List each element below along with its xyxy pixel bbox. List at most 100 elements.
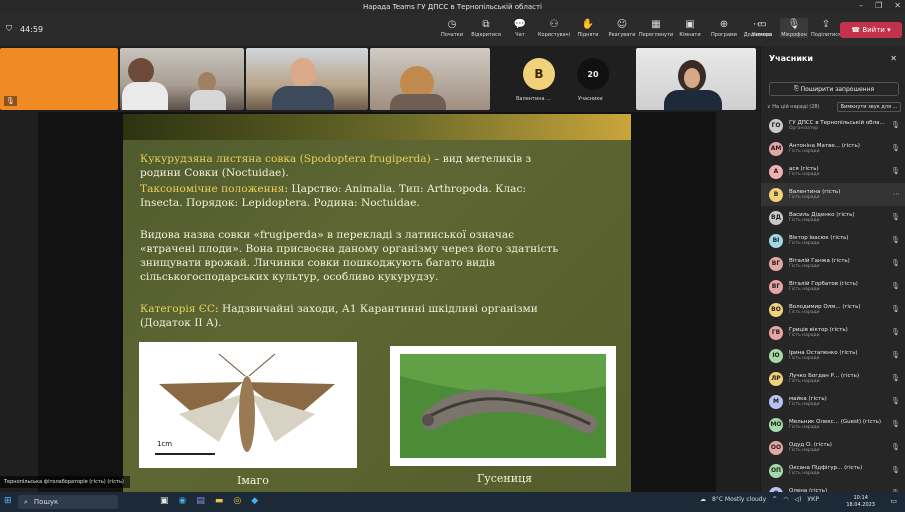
- moth-photo: 1cm: [139, 342, 357, 468]
- rooms-icon: ▣: [685, 19, 695, 30]
- toolbar-item-pop-out[interactable]: ⧉ Відкритися: [471, 18, 501, 38]
- chrome-icon[interactable]: ◎: [233, 496, 241, 506]
- camera-button[interactable]: ▭ Камера: [748, 18, 776, 38]
- participant-item[interactable]: ОП Оксана Підфігур... (гість) Гість наради…: [761, 459, 905, 482]
- participants-count-tile[interactable]: 20 Учасники: [572, 48, 614, 110]
- avatar: ВГ: [769, 256, 783, 271]
- toolbar-item-chat[interactable]: 💬 Чат: [506, 18, 534, 38]
- participant-role: Гість наради: [789, 379, 820, 384]
- participant-role: Гість наради: [789, 195, 820, 200]
- avatar: ЛР: [769, 371, 783, 386]
- toolbar-item-raise-hand[interactable]: ✋ Підняти: [574, 18, 602, 38]
- caterpillar-caption: Гусениця: [477, 472, 533, 485]
- imago-caption: Імаго: [237, 474, 269, 487]
- participant-item[interactable]: ВГ Віталій Горбатов (гість) Гість наради 🎙: [761, 275, 905, 298]
- mic-off-icon: 🎙: [891, 259, 900, 267]
- section-toggle[interactable]: ∨ На цій нараді (28): [767, 104, 820, 110]
- participant-name-block: Валентина (гість) Гість наради: [789, 189, 889, 200]
- language-indicator[interactable]: УКР: [807, 496, 819, 503]
- maximize-icon[interactable]: ❐: [875, 1, 882, 10]
- share-button[interactable]: ⇪ Поділитися: [811, 18, 841, 38]
- mic-off-icon: 🎙: [891, 236, 900, 244]
- mic-off-icon: 🎙: [787, 19, 801, 30]
- app-icon[interactable]: ◆: [251, 496, 258, 506]
- toolbar-item-rooms[interactable]: ▣ Кімнати: [676, 18, 704, 38]
- mic-off-icon: 🎙: [891, 397, 900, 405]
- close-icon[interactable]: ✕: [894, 1, 901, 10]
- minimize-icon[interactable]: –: [859, 1, 863, 10]
- mic-off-icon: 🎙: [891, 466, 900, 474]
- mic-off-icon: 🎙: [891, 213, 900, 221]
- participant-item[interactable]: В Валентина (гість) Гість наради ⋯: [761, 183, 905, 206]
- avatar: ОО: [769, 440, 783, 455]
- toolbar-item-apps[interactable]: ⊕ Програми: [710, 18, 738, 38]
- participant-name-block: Гриців віктор (гість) Гість наради: [789, 327, 889, 338]
- panel-title: Учасники: [769, 54, 813, 63]
- edge-icon[interactable]: ◉: [179, 496, 187, 506]
- participant-item[interactable]: ГО ГУ ДПСС в Тернопільській обла... Органі…: [761, 114, 905, 137]
- participant-item[interactable]: Аася (гість) Гість наради 🎙: [761, 160, 905, 183]
- tray-chevron-icon[interactable]: ^: [772, 496, 777, 503]
- video-tile-participants-room[interactable]: [120, 48, 244, 110]
- task-view-icon[interactable]: ▣: [160, 496, 169, 506]
- avatar: ВД: [769, 210, 783, 225]
- toolbar-item-people[interactable]: ⚇ Користувачі: [538, 18, 570, 38]
- volume-icon[interactable]: ◁): [794, 496, 801, 503]
- participant-item[interactable]: ВО Володимир Олм... (гість) Гість наради 🎙: [761, 298, 905, 321]
- video-tile-orange[interactable]: 🎙: [0, 48, 118, 110]
- slide-taxonomy-2: Insecta. Порядок: Lepidoptera. Родина: N…: [140, 197, 420, 209]
- share-invite-button[interactable]: ⎘ Поширити запрошення: [769, 82, 899, 96]
- participant-role: Гість наради: [789, 287, 820, 292]
- toolbar-item-view[interactable]: ▦ Переглянути: [639, 18, 673, 38]
- participant-item[interactable]: ЛР Лучко Богдан Р... (гість) Гість наради 🎙: [761, 367, 905, 390]
- teams-icon[interactable]: ▤: [196, 496, 205, 506]
- toolbar-item-react[interactable]: ☺ Реагувати: [608, 18, 636, 38]
- participant-item[interactable]: ВІ Віктор Івасюк (гість) Гість наради 🎙: [761, 229, 905, 252]
- participant-role: Гість наради: [789, 149, 820, 154]
- weather-text[interactable]: 8°C Mostly cloudy: [712, 496, 766, 503]
- wifi-icon[interactable]: ◠: [783, 496, 788, 503]
- video-tile-woman-dark[interactable]: [636, 48, 756, 110]
- participant-role: Гість наради: [789, 471, 820, 476]
- windows-start-icon[interactable]: ⊞: [4, 496, 12, 506]
- participant-role: Організатор: [789, 126, 819, 131]
- participant-item[interactable]: ІО Ірина Остапенко (гість) Гість наради 🎙: [761, 344, 905, 367]
- video-tile-man[interactable]: [246, 48, 368, 110]
- participant-item[interactable]: АМ Антоніна Матве... (гість) Гість наради 🎙: [761, 137, 905, 160]
- mic-off-icon: 🎙: [891, 167, 900, 175]
- mic-off-icon: 🎙: [891, 443, 900, 451]
- participant-name-block: Оксана Підфігур... (гість) Гість наради: [789, 465, 889, 476]
- participant-item[interactable]: ГВ Гриців віктор (гість) Гість наради 🎙: [761, 321, 905, 344]
- mute-all-button[interactable]: Вимкнути звук для ...: [837, 102, 901, 112]
- more-options-icon[interactable]: ⋯: [893, 190, 900, 198]
- scale-label: 1cm: [157, 440, 173, 448]
- participant-item[interactable]: Ммайка (гість) Гість наради 🎙: [761, 390, 905, 413]
- participant-item[interactable]: ОО Одуд О. (гість) Гість наради 🎙: [761, 436, 905, 459]
- avatar: АМ: [769, 141, 783, 156]
- file-explorer-icon[interactable]: ▬: [215, 496, 224, 506]
- participant-role: Гість наради: [789, 402, 820, 407]
- mic-off-icon: 🎙: [891, 144, 900, 152]
- taskbar-search[interactable]: ⌕ Пошук: [18, 495, 118, 509]
- notification-icon[interactable]: ▭: [890, 497, 897, 505]
- participant-name-block: Віталій Ганжа (гість) Гість наради: [789, 258, 889, 269]
- taskbar: ⊞ ⌕ Пошук ▣ ◉ ▤ ▬ ◎ ◆ ☁ 8°C Mostly cloud…: [0, 492, 905, 512]
- search-icon: ⌕: [24, 497, 28, 506]
- leave-button[interactable]: ☎ Вийти ▾: [840, 22, 902, 38]
- presentation-slide: Кукурудзяна листяна совка (Spodoptera fr…: [123, 114, 631, 492]
- participant-name-block: Антоніна Матве... (гість) Гість наради: [789, 143, 889, 154]
- close-icon[interactable]: ✕: [890, 54, 897, 63]
- participants-list: ГО ГУ ДПСС в Тернопільській обла... Органі…: [761, 114, 905, 505]
- participant-item[interactable]: МО Мельник Олекс... (Guest) (гість) Гість …: [761, 413, 905, 436]
- mic-button[interactable]: 🎙 Мікрофон: [780, 18, 808, 38]
- clock[interactable]: 10:14 18.04.2023: [846, 495, 875, 509]
- toolbar-item-clock[interactable]: ◷ Початки: [438, 18, 466, 38]
- participant-name-block: ГУ ДПСС в Тернопільській обла... Організа…: [789, 120, 889, 131]
- valentyna-tile[interactable]: В Валентина ...: [508, 48, 570, 110]
- participant-item[interactable]: ВД Василь Діденко (гість) Гість наради 🎙: [761, 206, 905, 229]
- phone-icon: ☎: [851, 26, 863, 34]
- slide-line-1: Кукурудзяна листяна совка (Spodoptera fr…: [140, 153, 532, 165]
- participant-name-block: майка (гість) Гість наради: [789, 396, 889, 407]
- video-tile-woman[interactable]: [370, 48, 490, 110]
- participant-item[interactable]: ВГ Віталій Ганжа (гість) Гість наради 🎙: [761, 252, 905, 275]
